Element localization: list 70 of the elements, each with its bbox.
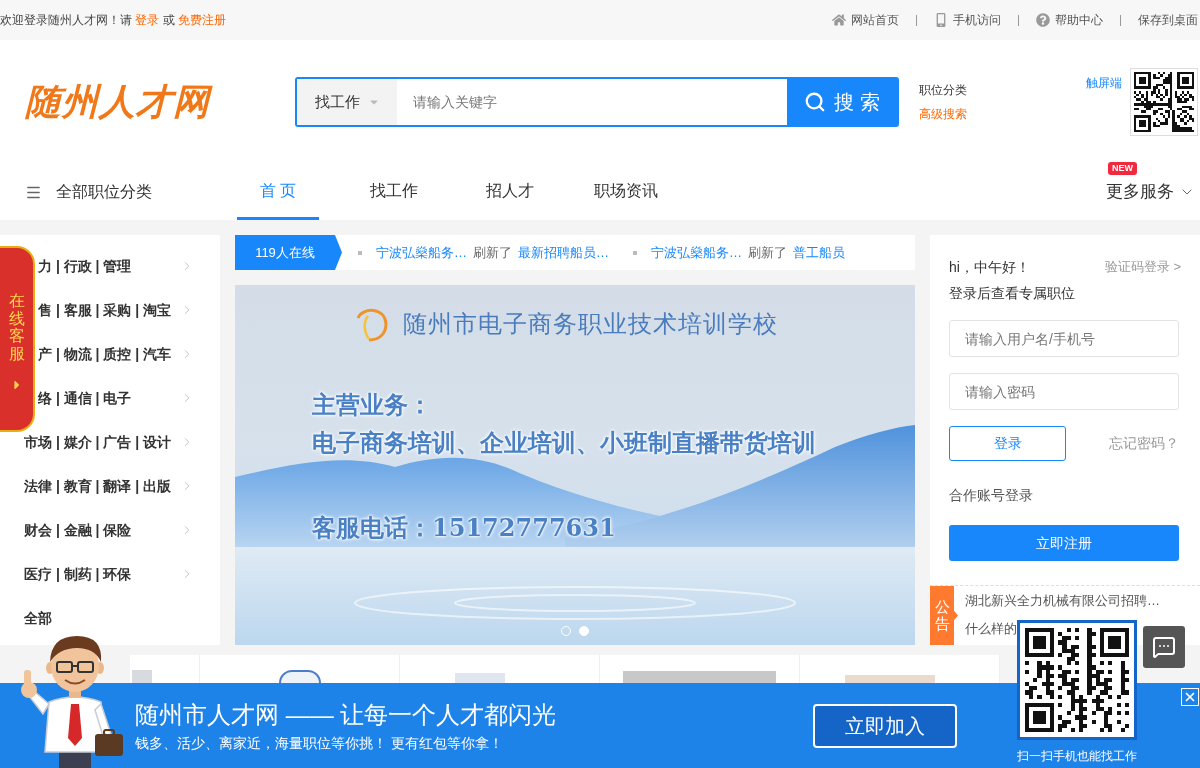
top-link[interactable]: 网站首页 [832, 11, 899, 29]
chat-button[interactable] [1143, 626, 1185, 668]
bullet-icon [633, 250, 637, 255]
job-link[interactable]: 普工船员 [793, 242, 845, 263]
notice-link[interactable]: 湖北新兴全力机械有限公司招聘… [965, 591, 1160, 611]
close-icon [1183, 690, 1197, 704]
partner-card[interactable] [400, 655, 600, 683]
login-button[interactable]: 登录 [949, 426, 1066, 461]
arc-logo-icon [355, 306, 389, 342]
logo-placeholder [278, 670, 321, 683]
login-hint-text: 登录后查看专属职位 [949, 284, 1076, 303]
top-link[interactable]: 保存到桌面 [1138, 11, 1198, 29]
category-item[interactable]: 络 | 通信 | 电子 [38, 376, 220, 420]
header-link[interactable]: 职位分类 [919, 81, 967, 99]
nav-tab[interactable]: 首 页 [237, 164, 319, 220]
online-count-label: 119人在线 [235, 235, 342, 270]
notice-link[interactable]: 什么样的 [965, 619, 1017, 639]
company-link[interactable]: 宁波弘燊船务… [651, 242, 742, 263]
promo-slogan: 随州市人才网 —— 让每一个人才都闪光 [135, 699, 557, 730]
category-item[interactable]: 力 | 行政 | 管理 [38, 244, 220, 288]
logo-placeholder [132, 670, 152, 683]
username-field[interactable]: 请输入用户名/手机号 [949, 320, 1179, 357]
register-button[interactable]: 立即注册 [949, 525, 1179, 561]
welcome-text: 欢迎登录随州人才网！请 登录 或 免费注册 [0, 12, 227, 29]
partner-card[interactable] [130, 655, 200, 683]
category-item[interactable]: 产 | 物流 | 质控 | 汽车 [38, 332, 220, 376]
home-icon [832, 13, 846, 27]
banner-phone-text: 客服电话：15172777631 [312, 512, 616, 544]
school-name: 随州市电子商务职业技术培训学校 [403, 309, 778, 339]
nav-tab[interactable]: 招人才 [469, 164, 551, 220]
join-button[interactable]: 立即加入 [813, 703, 957, 748]
job-link[interactable]: 最新招聘船员… [518, 242, 609, 263]
top-link[interactable]: 帮助中心 [1036, 11, 1103, 29]
banner-services-text: 电子商务培训、企业培训、小班制直播带货培训 [312, 427, 816, 459]
category-item[interactable]: 医疗 | 制药 | 环保 [0, 552, 220, 596]
partner-login-text: 合作账号登录 [949, 486, 1034, 505]
partner-card[interactable] [800, 655, 1000, 683]
nav-tab[interactable]: 找工作 [353, 164, 435, 220]
chat-icon [1152, 635, 1176, 659]
category-item[interactable]: 法律 | 教育 | 翻译 | 出版 [0, 464, 220, 508]
help-icon [1036, 13, 1050, 27]
phone-icon [934, 13, 948, 27]
nav-tab[interactable]: 职场资讯 [585, 164, 667, 220]
promo-subtitle: 钱多、活少、离家近，海量职位等你挑！ 更有红包等你拿！ [135, 733, 503, 752]
partner-card[interactable] [600, 655, 800, 683]
notice-tag: 公告 [930, 586, 958, 645]
close-button[interactable] [1181, 688, 1199, 706]
password-field[interactable]: 请输入密码 [949, 373, 1179, 410]
touch-screen-link[interactable]: 触屏端 [1086, 74, 1122, 92]
top-link[interactable]: 手机访问 [934, 11, 1001, 29]
new-badge: NEW [1108, 162, 1137, 175]
update-text: 刷新了 [473, 243, 512, 262]
category-item[interactable]: 全部 [0, 596, 220, 640]
search-icon [804, 91, 827, 113]
bullet-icon [358, 250, 362, 255]
banner-heading: 主营业务： [312, 389, 432, 421]
category-item[interactable]: 售 | 客服 | 采购 | 淘宝 [38, 288, 220, 332]
greeting-text: hi，中午好！ [949, 257, 1030, 277]
category-item[interactable]: 财会 | 金融 | 保险 [0, 508, 220, 552]
company-link[interactable]: 宁波弘燊船务… [376, 242, 467, 263]
search-bar[interactable]: 找工作 请输入关键字 搜 索 [295, 77, 899, 127]
update-text: 刷新了 [748, 243, 787, 262]
search-type-dropdown[interactable]: 找工作 [297, 79, 397, 125]
partner-card[interactable] [200, 655, 400, 683]
search-input[interactable]: 请输入关键字 [397, 79, 787, 125]
all-categories-link[interactable]: 全部职位分类 [25, 180, 152, 204]
more-services-link[interactable]: 更多服务 [1106, 179, 1195, 205]
logo-placeholder [454, 673, 505, 683]
qr-caption: 扫一扫手机也能找工作 [1017, 748, 1137, 764]
search-button[interactable]: 搜 索 [787, 79, 897, 125]
